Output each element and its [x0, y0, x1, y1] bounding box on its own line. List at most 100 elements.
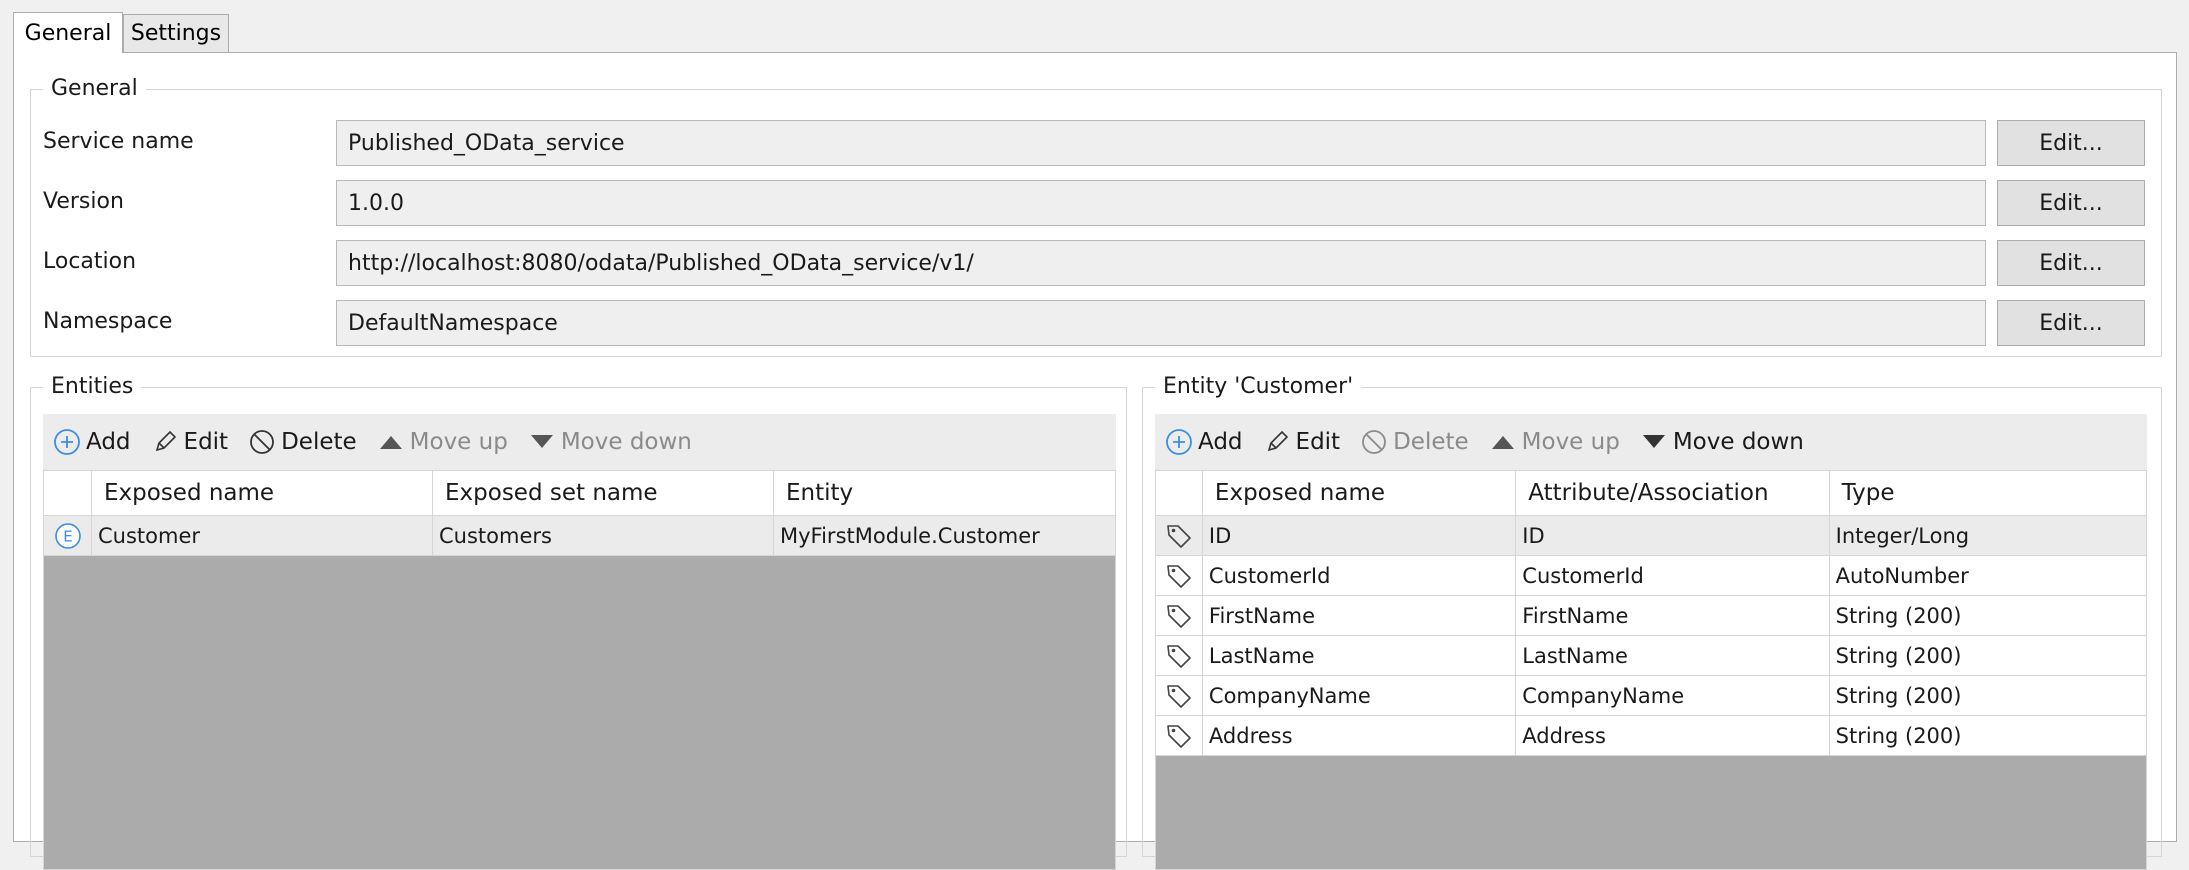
- cell-exposed-name: Customer: [92, 516, 433, 555]
- cell-attribute: ID: [1516, 516, 1830, 555]
- header-exposed-name[interactable]: Exposed name: [92, 471, 433, 515]
- cell-exposed-name: CustomerId: [1203, 556, 1517, 595]
- header-icon-column: [44, 471, 92, 515]
- triangle-up-icon: [1491, 436, 1514, 449]
- version-label: Version: [43, 189, 124, 214]
- attributes-edit-label: Edit: [1295, 429, 1341, 455]
- general-tab-panel: General Service name Published_OData_ser…: [13, 52, 2177, 870]
- general-legend: General: [43, 74, 146, 104]
- cell-attribute: Address: [1516, 716, 1830, 755]
- header-type[interactable]: Type: [1830, 471, 2146, 515]
- header-attribute-association[interactable]: Attribute/Association: [1516, 471, 1830, 515]
- pencil-icon: [1267, 430, 1288, 452]
- pencil-icon: [155, 430, 176, 452]
- attribute-icon-cell: [1156, 596, 1203, 635]
- attributes-grid-header: Exposed name Attribute/Association Type: [1156, 471, 2146, 516]
- table-row[interactable]: LastName LastName String (200): [1156, 636, 2146, 676]
- location-label: Location: [43, 249, 137, 274]
- entities-add-button[interactable]: Add: [53, 428, 131, 456]
- entities-move-down-label: Move down: [560, 429, 692, 455]
- service-name-label: Service name: [43, 129, 194, 154]
- entities-move-down-button[interactable]: Move down: [528, 428, 692, 456]
- add-circle-icon: [54, 429, 80, 455]
- edit-location-button[interactable]: Edit...: [1997, 240, 2145, 286]
- table-row[interactable]: CompanyName CompanyName String (200): [1156, 676, 2146, 716]
- cell-type: AutoNumber: [1835, 563, 1969, 588]
- cell-attribute: FirstName: [1516, 596, 1830, 635]
- attributes-move-down-button[interactable]: Move down: [1640, 428, 1804, 456]
- general-groupbox: General Service name Published_OData_ser…: [30, 74, 2162, 357]
- attributes-move-up-button[interactable]: Move up: [1489, 428, 1620, 456]
- attributes-move-down-label: Move down: [1672, 429, 1804, 455]
- entity-customer-toolbar: Add Edit Delete Move up Move down: [1155, 414, 2147, 470]
- entity-customer-legend: Entity 'Customer': [1155, 372, 1362, 402]
- table-row[interactable]: CustomerId CustomerId AutoNumber: [1156, 556, 2146, 596]
- entity-icon-cell: E: [44, 516, 92, 555]
- header-entity[interactable]: Entity: [774, 471, 1115, 515]
- entities-toolbar: Add Edit Delete Move up Move down: [43, 414, 1116, 470]
- cell-type: String (200): [1835, 643, 1962, 668]
- cell-attribute: LastName: [1516, 636, 1830, 675]
- cell-type: String (200): [1835, 683, 1962, 708]
- cell-type: Integer/Long: [1835, 523, 1970, 548]
- cell-attribute: CustomerId: [1516, 556, 1830, 595]
- entities-grid: Exposed name Exposed set name Entity E C…: [43, 470, 1116, 870]
- entities-add-label: Add: [86, 429, 131, 455]
- attributes-delete-button[interactable]: Delete: [1360, 428, 1469, 456]
- entities-groupbox: Entities Add Edit Delete Move up Move do…: [30, 372, 1127, 870]
- attributes-add-label: Add: [1198, 429, 1243, 455]
- cell-exposed-name: CompanyName: [1203, 676, 1517, 715]
- entities-delete-button[interactable]: Delete: [248, 428, 357, 456]
- entity-customer-groupbox: Entity 'Customer' Add Edit Delete Move u…: [1142, 372, 2162, 870]
- tag-icon: [1167, 564, 1191, 588]
- cell-exposed-name: ID: [1203, 516, 1517, 555]
- namespace-field[interactable]: DefaultNamespace: [336, 300, 1986, 346]
- entities-edit-button[interactable]: Edit: [151, 428, 229, 456]
- attributes-move-up-label: Move up: [1521, 429, 1620, 455]
- attribute-icon-cell: [1156, 636, 1203, 675]
- svg-text:E: E: [63, 527, 72, 545]
- location-field[interactable]: http://localhost:8080/odata/Published_OD…: [336, 240, 1986, 286]
- tag-icon: [1167, 524, 1191, 548]
- table-row[interactable]: E Customer Customers MyFirstModule.Custo…: [44, 516, 1115, 556]
- delete-icon: [1362, 430, 1386, 454]
- tag-icon: [1167, 604, 1191, 628]
- tab-settings[interactable]: Settings: [123, 14, 229, 52]
- attribute-icon-cell: [1156, 716, 1203, 755]
- service-name-field[interactable]: Published_OData_service: [336, 120, 1986, 166]
- entities-delete-label: Delete: [281, 429, 357, 455]
- namespace-label: Namespace: [43, 309, 173, 334]
- attributes-delete-label: Delete: [1393, 429, 1469, 455]
- table-row[interactable]: FirstName FirstName String (200): [1156, 596, 2146, 636]
- tag-icon: [1167, 724, 1191, 748]
- tab-general[interactable]: General: [13, 12, 123, 53]
- table-row[interactable]: Address Address String (200): [1156, 716, 2146, 756]
- header-exposed-set-name[interactable]: Exposed set name: [433, 471, 774, 515]
- cell-entity: MyFirstModule.Customer: [780, 523, 1040, 548]
- edit-namespace-button[interactable]: Edit...: [1997, 300, 2145, 346]
- attribute-icon-cell: [1156, 516, 1203, 555]
- edit-service-name-button[interactable]: Edit...: [1997, 120, 2145, 166]
- entities-move-up-button[interactable]: Move up: [377, 428, 508, 456]
- attribute-icon-cell: [1156, 676, 1203, 715]
- version-field[interactable]: 1.0.0: [336, 180, 1986, 226]
- header-icon-column: [1156, 471, 1203, 515]
- tag-icon: [1167, 684, 1191, 708]
- cell-exposed-name: LastName: [1203, 636, 1517, 675]
- entities-legend: Entities: [43, 372, 142, 402]
- cell-type: String (200): [1835, 723, 1962, 748]
- cell-exposed-name: FirstName: [1203, 596, 1517, 635]
- entities-grid-header: Exposed name Exposed set name Entity: [44, 471, 1115, 516]
- attributes-grid: Exposed name Attribute/Association Type …: [1155, 470, 2147, 870]
- triangle-down-icon: [1642, 435, 1665, 448]
- delete-icon: [250, 430, 274, 454]
- attributes-edit-button[interactable]: Edit: [1263, 428, 1341, 456]
- table-row[interactable]: ID ID Integer/Long: [1156, 516, 2146, 556]
- attributes-rows: ID ID Integer/Long CustomerId CustomerId…: [1156, 516, 2146, 756]
- attributes-add-button[interactable]: Add: [1165, 428, 1243, 456]
- entities-edit-label: Edit: [183, 429, 229, 455]
- edit-version-button[interactable]: Edit...: [1997, 180, 2145, 226]
- tag-icon: [1167, 644, 1191, 668]
- header-exposed-name[interactable]: Exposed name: [1203, 471, 1517, 515]
- add-circle-icon: [1166, 429, 1192, 455]
